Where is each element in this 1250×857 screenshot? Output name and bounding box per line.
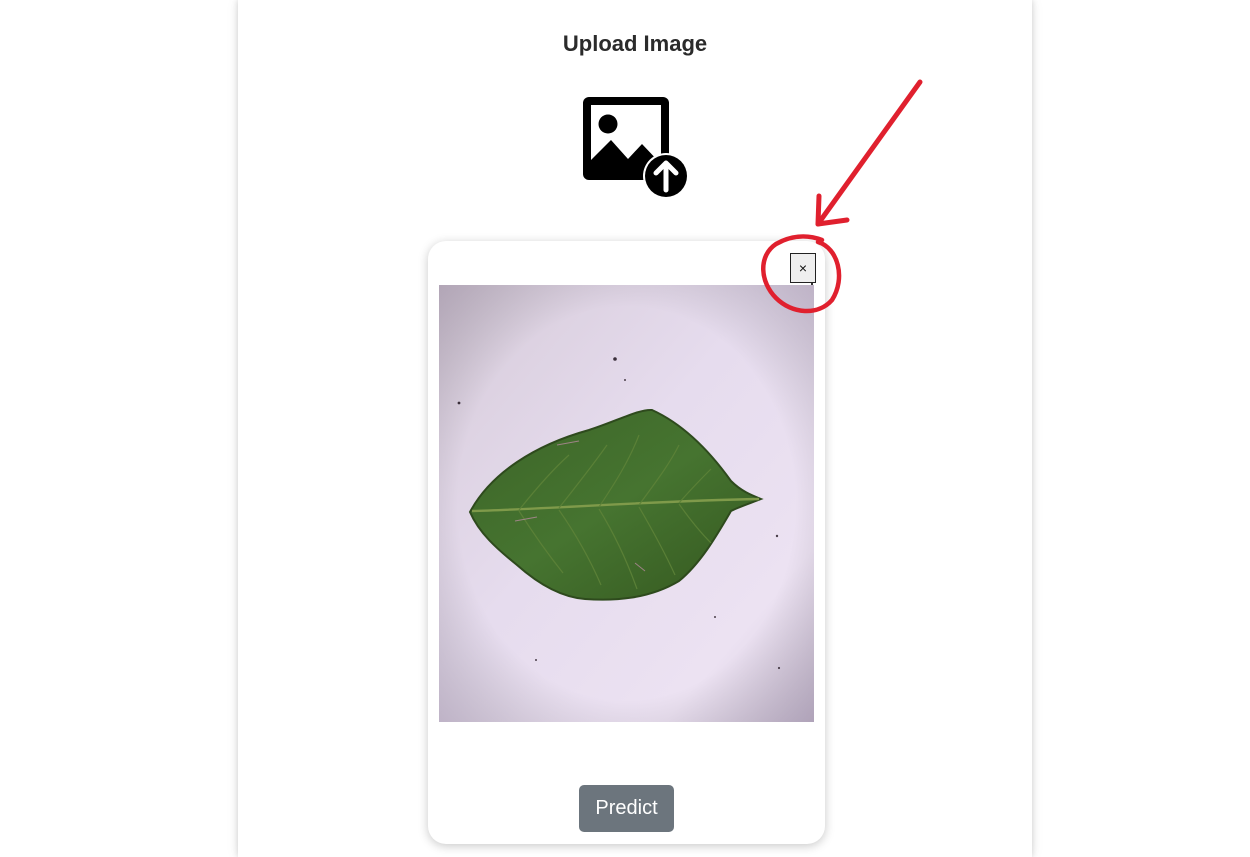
leaf-preview-image: [439, 285, 814, 722]
remove-image-button[interactable]: ×: [790, 253, 816, 283]
image-upload-icon[interactable]: [582, 96, 690, 200]
predict-button[interactable]: Predict: [579, 785, 674, 832]
image-preview-card: × Predict: [428, 241, 825, 844]
page-title: Upload Image: [562, 31, 708, 56]
page-root: Upload Image × Predict: [0, 0, 1250, 857]
